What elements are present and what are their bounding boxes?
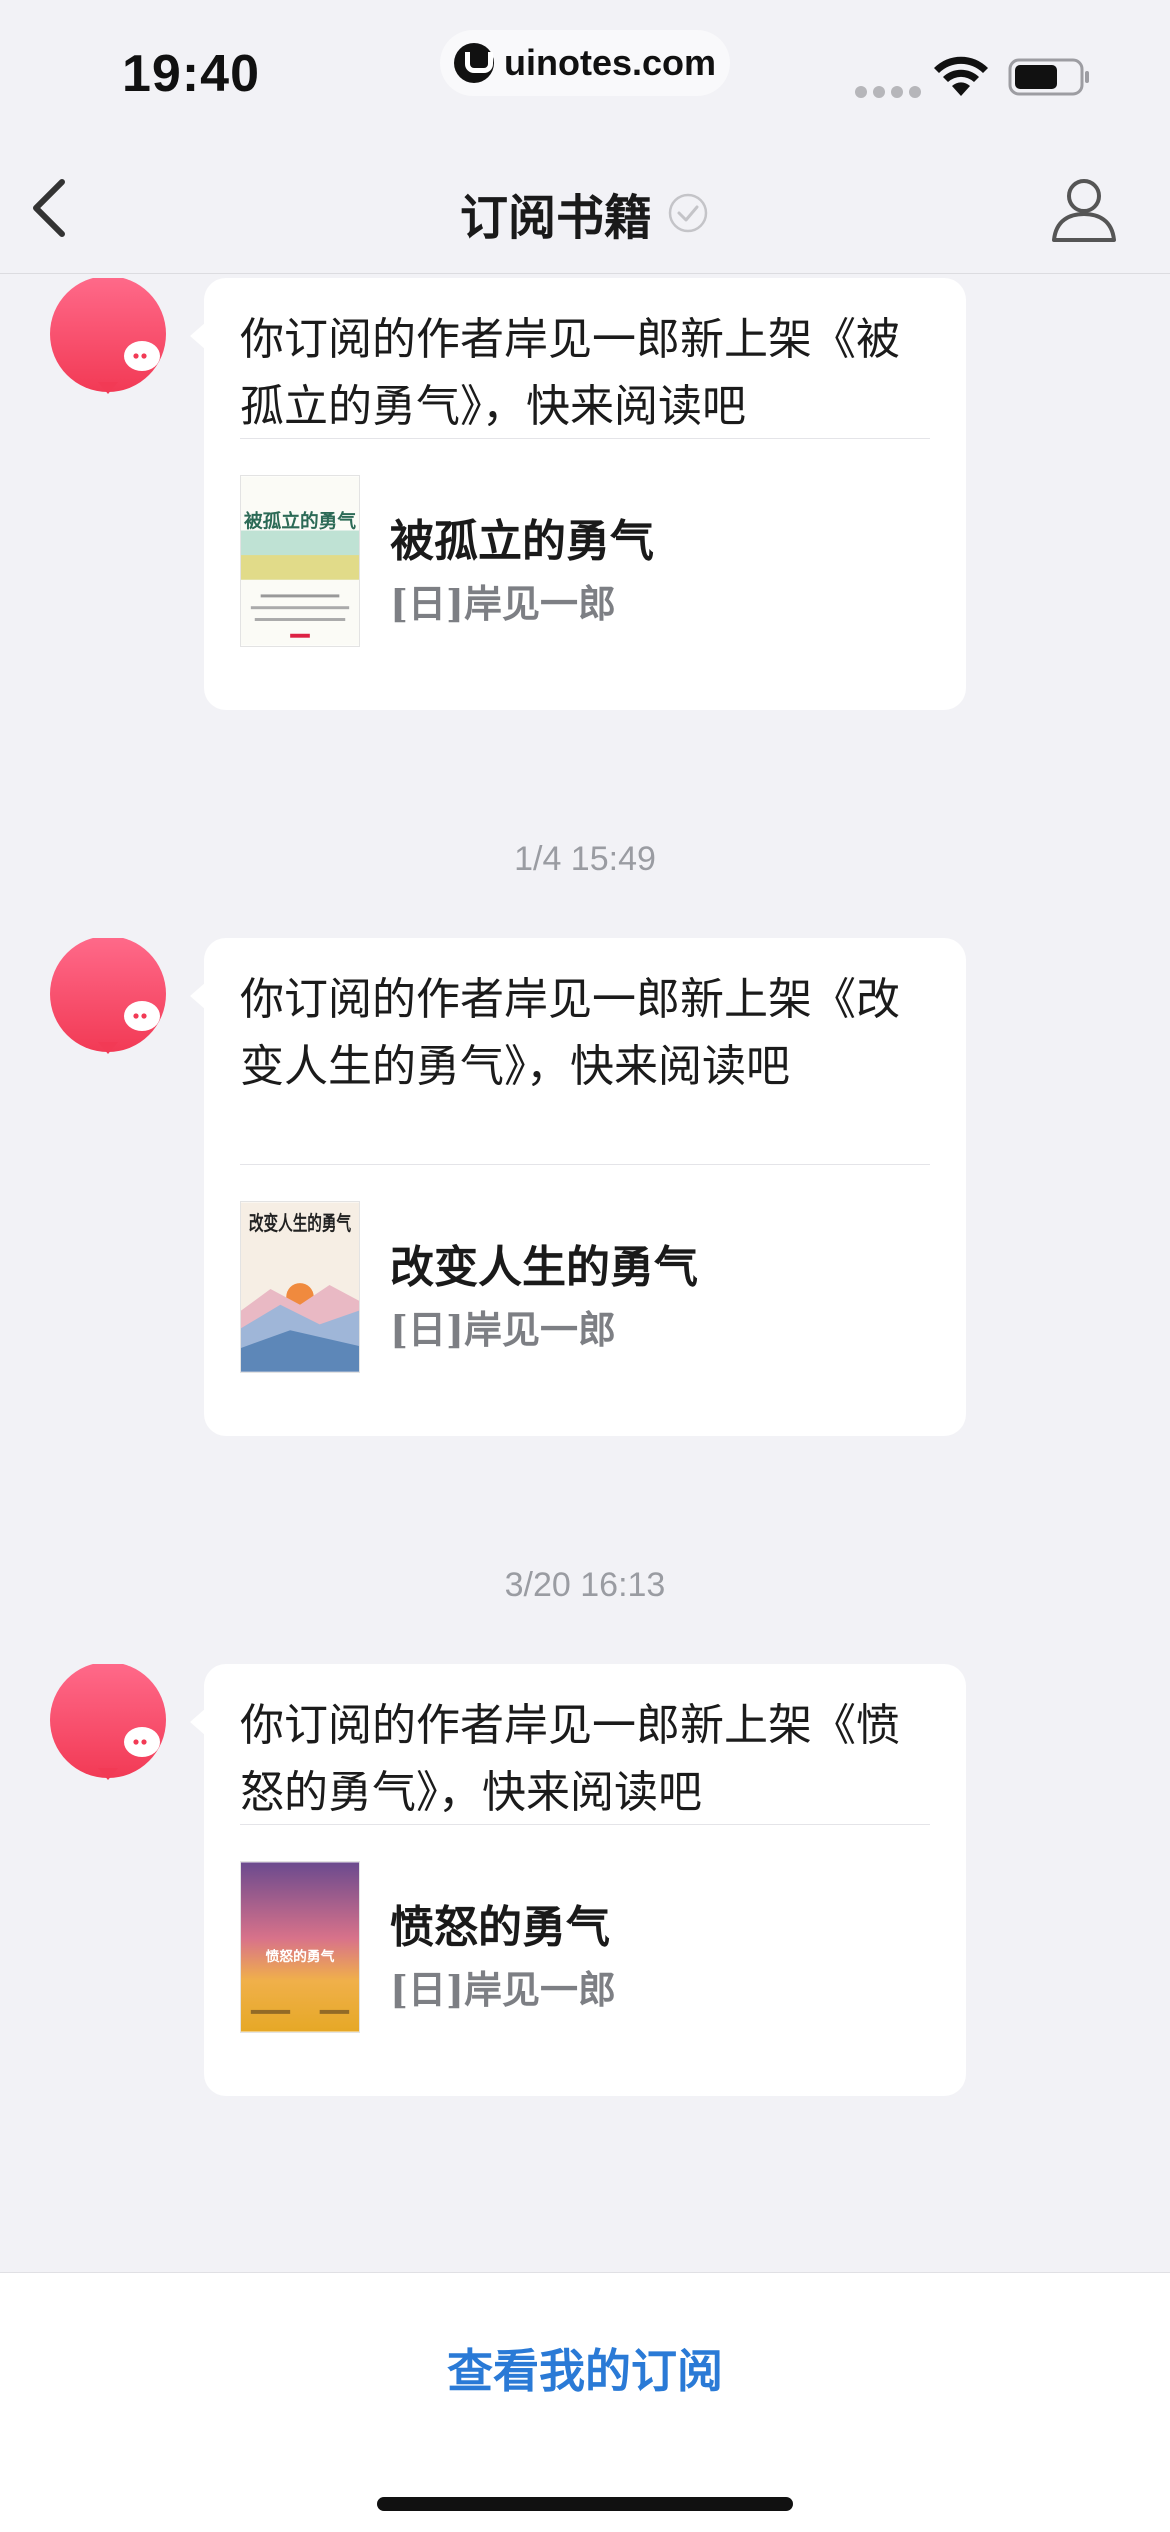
message-text: 你订阅的作者岸见一郎新上架《被孤立的勇气》，快来阅读吧 [240, 314, 900, 432]
message-timestamp: 3/20 16:13 [504, 1566, 666, 1604]
cellular-signal-icon [855, 86, 921, 98]
book-title: 愤怒的勇气 [390, 1902, 610, 1953]
book-cover-title: 愤怒的勇气 [266, 1948, 335, 1965]
view-subscriptions-button[interactable]: 查看我的订阅 [0, 2335, 1170, 2401]
book-cover-title: 改变人生的勇气 [249, 1212, 352, 1235]
book-author: [日]岸见一郎 [390, 581, 616, 626]
verified-check-icon [668, 193, 708, 233]
message-text: 你订阅的作者岸见一郎新上架《愤怒的勇气》，快来阅读吧 [240, 1700, 900, 1818]
book-item[interactable]: 愤怒的勇气 愤怒的勇气 [日]岸见一郎 [204, 1825, 966, 2069]
avatar-notification-icon [50, 938, 166, 1054]
status-time: 19:40 [122, 45, 260, 103]
message-timestamp: 1/4 15:49 [514, 840, 656, 878]
message-text: 你订阅的作者岸见一郎新上架《改变人生的勇气》，快来阅读吧 [240, 974, 900, 1092]
book-item[interactable]: 被孤立的勇气 被孤立的勇气 [日]岸见一郎 [204, 439, 966, 683]
book-cover-image: 愤怒的勇气 [240, 1861, 360, 2033]
wifi-icon [934, 56, 988, 96]
book-cover-title: 被孤立的勇气 [244, 511, 356, 533]
book-title: 改变人生的勇气 [390, 1242, 698, 1293]
status-bar: 19:40 uinotes.com [0, 0, 1170, 140]
nav-title-group: 订阅书籍 [0, 178, 1170, 248]
book-item[interactable]: 改变人生的勇气 改变人生的勇气 [日]岸见一郎 [204, 1165, 966, 1409]
message-card[interactable]: 你订阅的作者岸见一郎新上架《改变人生的勇气》，快来阅读吧 改变人生的勇气 改变人… [190, 938, 966, 1436]
message-card[interactable]: 你订阅的作者岸见一郎新上架《愤怒的勇气》，快来阅读吧 愤怒的勇气 愤怒的勇气 [… [190, 1664, 966, 2096]
page-title: 订阅书籍 [459, 190, 652, 246]
watermark-text: uinotes.com [503, 42, 717, 83]
home-indicator[interactable] [377, 2497, 793, 2511]
watermark-badge: uinotes.com [440, 30, 730, 96]
avatar-notification-icon [50, 1664, 166, 1780]
book-cover-image: 被孤立的勇气 [240, 475, 360, 647]
book-author: [日]岸见一郎 [390, 1307, 616, 1352]
message-card[interactable]: 你订阅的作者岸见一郎新上架《被孤立的勇气》，快来阅读吧 被孤立的勇气 被孤立的勇… [190, 278, 966, 710]
avatar-notification-icon [50, 278, 166, 394]
navigation-bar: 订阅书籍 [0, 140, 1170, 274]
book-cover-image: 改变人生的勇气 [240, 1201, 360, 1373]
book-title: 被孤立的勇气 [390, 516, 654, 567]
watermark-logo-icon [453, 43, 494, 83]
battery-icon [1008, 58, 1089, 96]
profile-icon[interactable] [1046, 170, 1122, 246]
bottom-bar: 查看我的订阅 [0, 2272, 1170, 2532]
book-author: [日]岸见一郎 [390, 1967, 616, 2012]
